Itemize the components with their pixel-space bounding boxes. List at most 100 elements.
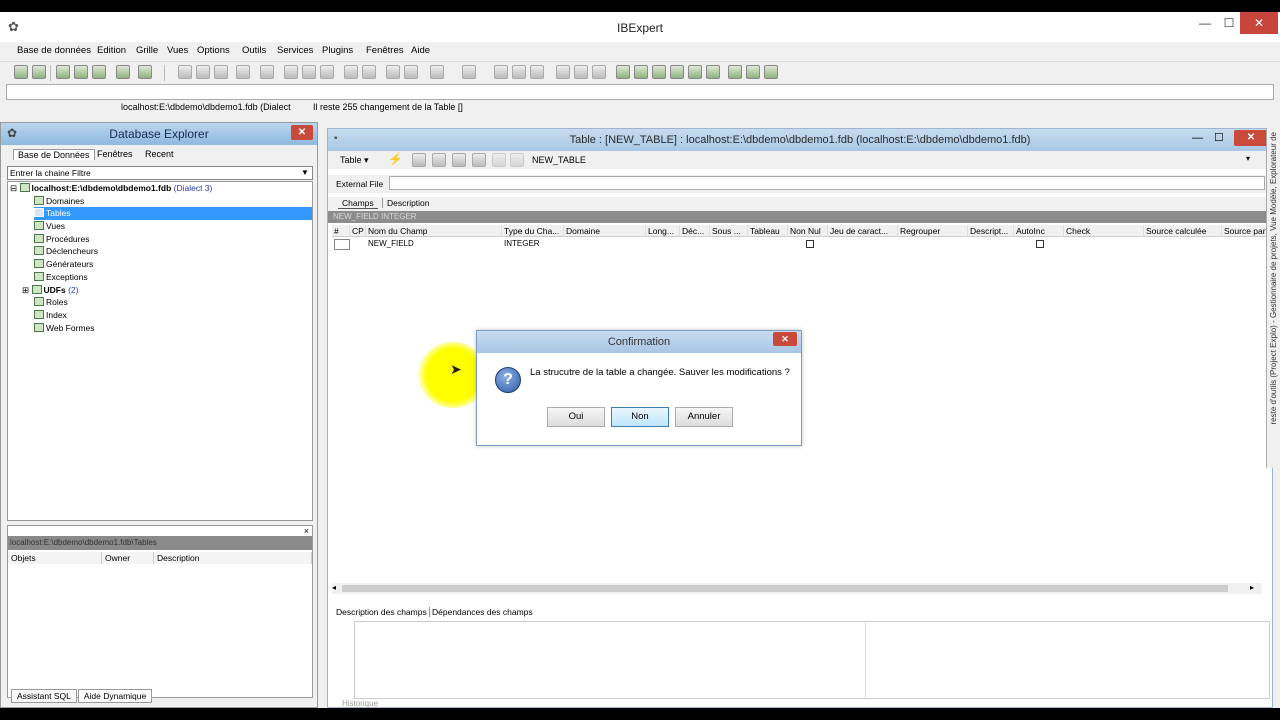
run-icon[interactable] — [404, 65, 418, 79]
tab-assistant-sql[interactable]: Assistant SQL — [11, 689, 77, 703]
col-jeu-de-caracteres[interactable]: Jeu de caract... — [828, 225, 898, 237]
splitter[interactable] — [865, 622, 866, 698]
register-db-icon[interactable] — [14, 65, 28, 79]
new-index-icon[interactable] — [764, 65, 778, 79]
table-menu-button[interactable]: Table ▾ — [340, 155, 369, 166]
tree-root-database[interactable]: ⊟ localhost:E:\dbdemo\dbdemo1.fdb (Diale… — [8, 182, 312, 195]
unregister-db-icon[interactable] — [32, 65, 46, 79]
grid-icon[interactable] — [386, 65, 400, 79]
table-row[interactable]: NEW_FIELD INTEGER — [332, 238, 1270, 250]
project-explorer-dock[interactable]: reste d'outils (Project Explo) - Gestion… — [1266, 128, 1280, 468]
tree-item-declencheurs[interactable]: Déclencheurs — [8, 245, 312, 258]
tab-dependances-des-champs[interactable]: Dépendances des champs — [432, 607, 533, 617]
row-indicator[interactable] — [334, 239, 350, 250]
new-exception-icon[interactable] — [706, 65, 720, 79]
scroll-thumb[interactable] — [342, 585, 1228, 592]
editor-maximize-button[interactable]: ☐ — [1214, 131, 1224, 144]
non-nul-checkbox[interactable] — [806, 240, 814, 248]
menu-plugins[interactable]: Plugins — [322, 45, 353, 56]
menu-edition[interactable]: Edition — [97, 45, 126, 56]
filter-input[interactable]: Entrer la chaine Filtre — [7, 166, 313, 180]
autoinc-checkbox[interactable] — [1036, 240, 1044, 248]
export-icon[interactable] — [138, 65, 152, 79]
col-cp[interactable]: CP — [350, 225, 366, 237]
paste-icon[interactable] — [530, 65, 544, 79]
database-icon[interactable] — [116, 65, 130, 79]
tree-item-exceptions[interactable]: Exceptions — [8, 271, 312, 284]
scroll-right-icon[interactable]: ▸ — [1250, 583, 1254, 592]
col-sous-type[interactable]: Sous ... — [710, 225, 748, 237]
col-type[interactable]: Type du Cha... — [502, 225, 564, 237]
column-objets[interactable]: Objets — [8, 552, 102, 564]
new-view-icon[interactable] — [634, 65, 648, 79]
table-name-field[interactable]: NEW_TABLE — [532, 155, 586, 165]
tab-champs[interactable]: Champs — [338, 198, 378, 209]
filter-dropdown-icon[interactable]: ▼ — [301, 168, 309, 177]
tree-item-procedures[interactable]: Procédures — [8, 233, 312, 246]
col-description[interactable]: Descript... — [968, 225, 1014, 237]
new-generator-icon[interactable] — [688, 65, 702, 79]
menu-fenetres[interactable]: Fenêtres — [366, 45, 404, 56]
expand-icon[interactable]: ⊞ — [22, 285, 29, 295]
col-longueur[interactable]: Long... — [646, 225, 680, 237]
tab-recent[interactable]: Recent — [141, 149, 178, 159]
new-procedure-icon[interactable] — [652, 65, 666, 79]
col-source-calculee[interactable]: Source calculée — [1144, 225, 1222, 237]
field-options-icon[interactable] — [510, 153, 524, 167]
connect-icon[interactable] — [56, 65, 70, 79]
search-icon[interactable] — [344, 65, 358, 79]
new-table-icon[interactable] — [616, 65, 630, 79]
new-role-icon[interactable] — [746, 65, 760, 79]
tree-item-vues[interactable]: Vues — [8, 220, 312, 233]
database-explorer-close-button[interactable]: ✕ — [291, 125, 313, 140]
collapse-icon[interactable]: ⊟ — [10, 183, 17, 193]
tab-description[interactable]: Description — [382, 198, 434, 208]
tools-icon[interactable] — [362, 65, 376, 79]
extract-icon[interactable] — [260, 65, 274, 79]
scroll-left-icon[interactable]: ◂ — [332, 583, 336, 592]
col-number[interactable]: # — [332, 225, 350, 237]
close-button[interactable]: ✕ — [1240, 12, 1278, 34]
editor-minimize-button[interactable]: — — [1192, 132, 1203, 144]
col-autoinc[interactable]: AutoInc — [1014, 225, 1064, 237]
menu-services[interactable]: Services — [277, 45, 313, 56]
tab-fenetres[interactable]: Fenêtres — [93, 149, 137, 159]
add-field-icon[interactable] — [432, 153, 446, 167]
horizontal-scrollbar[interactable]: ◂ ▸ — [332, 583, 1262, 594]
editor-close-button[interactable]: ✕ — [1234, 130, 1268, 146]
column-description[interactable]: Description — [154, 552, 312, 564]
objects-panel-close-icon[interactable]: × — [304, 526, 309, 536]
col-check[interactable]: Check — [1064, 225, 1144, 237]
menu-outils[interactable]: Outils — [242, 45, 266, 56]
external-file-input[interactable] — [389, 176, 1265, 190]
tree-item-tables[interactable]: Tables — [34, 207, 312, 221]
new-trigger-icon[interactable] — [670, 65, 684, 79]
toolbar-dropdown-icon[interactable]: ▾ — [1246, 154, 1250, 163]
col-tableau[interactable]: Tableau — [748, 225, 788, 237]
tree-item-roles[interactable]: Roles — [8, 296, 312, 309]
restore-icon[interactable] — [302, 65, 316, 79]
backup-icon[interactable] — [284, 65, 298, 79]
find-next-icon[interactable] — [592, 65, 606, 79]
new-udf-icon[interactable] — [728, 65, 742, 79]
col-domaine[interactable]: Domaine — [564, 225, 646, 237]
save-icon[interactable] — [462, 65, 476, 79]
annuler-button[interactable]: Annuler — [675, 407, 733, 427]
print-icon[interactable] — [320, 65, 334, 79]
column-owner[interactable]: Owner — [102, 552, 154, 564]
replace-icon[interactable] — [574, 65, 588, 79]
report-icon[interactable] — [236, 65, 250, 79]
script-icon[interactable] — [214, 65, 228, 79]
sql-editor-icon[interactable] — [196, 65, 210, 79]
tab-base-de-donnees[interactable]: Base de Données — [13, 149, 95, 160]
disconnect-icon[interactable] — [74, 65, 88, 79]
copy-icon[interactable] — [512, 65, 526, 79]
dialog-close-button[interactable]: ✕ — [773, 332, 797, 346]
tab-aide-dynamique[interactable]: Aide Dynamique — [77, 689, 153, 703]
tree-item-domaines[interactable]: Domaines — [8, 195, 312, 208]
menu-vues[interactable]: Vues — [167, 45, 188, 56]
window-icon[interactable] — [430, 65, 444, 79]
col-source-par[interactable]: Source par — [1222, 225, 1270, 237]
new-sql-icon[interactable] — [178, 65, 192, 79]
menu-base-de-donnees[interactable]: Base de données — [17, 45, 91, 56]
